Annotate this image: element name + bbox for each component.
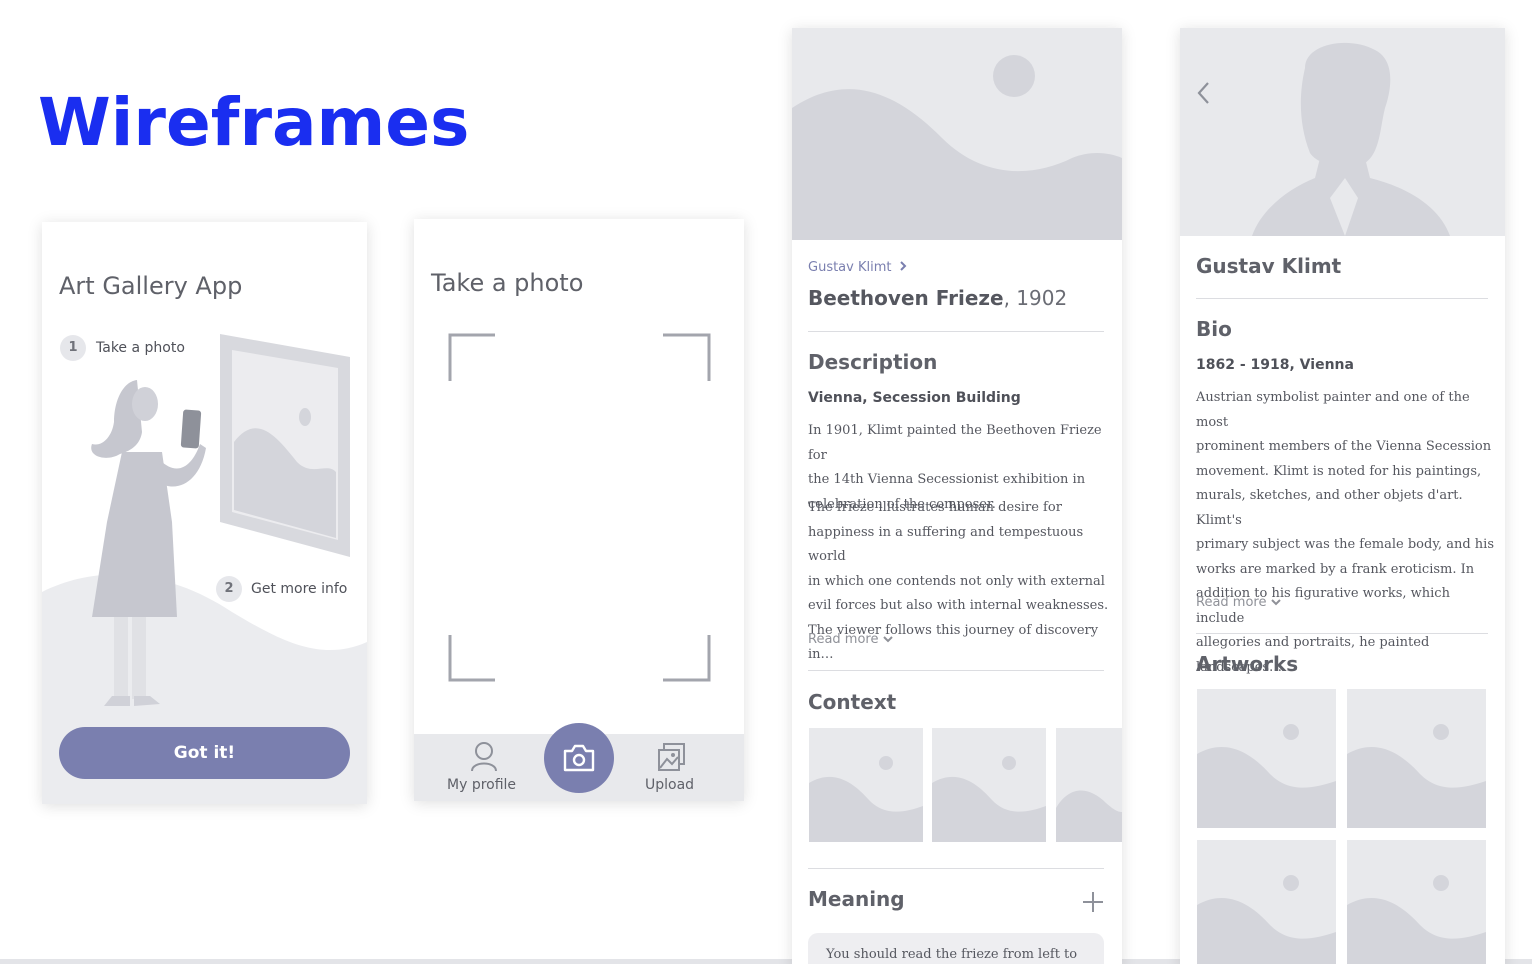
artworks-heading: Artworks	[1196, 652, 1299, 676]
artwork-thumbnail[interactable]	[1197, 840, 1336, 964]
divider	[1196, 298, 1488, 299]
artwork-location: Vienna, Secession Building	[808, 390, 1021, 406]
context-image[interactable]	[809, 728, 923, 842]
artist-link[interactable]: Gustav Klimt	[808, 260, 908, 275]
chevron-right-icon	[899, 261, 907, 271]
text-line: the 14th Vienna Secessionist exhibition …	[808, 472, 1086, 487]
image-upload-icon	[658, 743, 685, 771]
text-line: movement. Klimt is noted for his paintin…	[1196, 463, 1482, 479]
artwork-title-text: Beethoven Frieze	[808, 286, 1004, 310]
tab-upload-label: Upload	[645, 777, 695, 793]
text-line: In 1901, Klimt painted the Beethoven Fri…	[808, 423, 1102, 463]
back-chevron-icon[interactable]	[1196, 80, 1212, 106]
description-heading: Description	[808, 350, 938, 374]
artwork-thumbnail[interactable]	[1197, 689, 1336, 828]
camera-screen: Take a photo My profile Upload	[414, 219, 744, 801]
capture-button[interactable]	[544, 723, 614, 793]
read-more-label: Read more	[1196, 595, 1267, 610]
chevron-down-icon	[1270, 599, 1281, 606]
read-more-link[interactable]: Read more	[1196, 595, 1281, 610]
tab-my-profile-label: My profile	[447, 777, 517, 793]
camera-icon	[563, 744, 595, 772]
artwork-thumbnail[interactable]	[1347, 689, 1486, 828]
image-placeholder-icon	[1197, 875, 1336, 964]
divider	[808, 670, 1104, 671]
artist-detail-screen: Gustav Klimt Bio 1862 - 1918, Vienna Aus…	[1180, 28, 1505, 964]
artwork-thumbnail[interactable]	[1347, 840, 1486, 964]
chevron-down-icon	[882, 636, 893, 643]
step-1-number: 1	[60, 335, 86, 361]
divider	[808, 331, 1104, 332]
image-placeholder-icon	[809, 756, 923, 842]
image-placeholder-icon	[932, 756, 1046, 842]
artist-link-label: Gustav Klimt	[808, 260, 892, 275]
artwork-year: , 1902	[1003, 286, 1068, 310]
text-line: works are marked by a frank eroticism. I…	[1196, 561, 1475, 577]
meaning-quote-card: You should read the frieze from left to	[808, 933, 1104, 964]
context-heading: Context	[808, 690, 897, 714]
text-line: Austrian symbolist painter and one of th…	[1196, 390, 1470, 430]
text-line: happiness in a suffering and tempestuous…	[808, 524, 1084, 565]
bio-heading: Bio	[1196, 317, 1232, 341]
image-placeholder-icon	[1347, 875, 1486, 964]
artist-portrait-image	[1180, 28, 1505, 236]
viewfinder-frame	[448, 333, 711, 682]
image-placeholder-icon	[1347, 724, 1486, 828]
text-line: evil forces but also with internal weakn…	[808, 598, 1109, 613]
meaning-heading: Meaning	[808, 887, 905, 911]
image-placeholder-icon	[1197, 724, 1336, 828]
read-more-link[interactable]: Read more	[808, 632, 893, 647]
text-line: The frieze illustrates human desire for	[808, 500, 1062, 515]
text-line: primary subject was the female body, and…	[1196, 537, 1494, 552]
meaning-quote-text: You should read the frieze from left to	[826, 947, 1078, 962]
context-image[interactable]	[932, 728, 1046, 842]
artist-name: Gustav Klimt	[1196, 254, 1342, 278]
onboarding-screen: Art Gallery App 1 Take a photo 2 Get mor…	[42, 222, 367, 804]
got-it-button[interactable]: Got it!	[59, 727, 350, 779]
context-image[interactable]	[1056, 728, 1122, 842]
artist-dates: 1862 - 1918, Vienna	[1196, 357, 1354, 373]
read-more-label: Read more	[808, 632, 879, 647]
tab-upload[interactable]: Upload	[632, 734, 712, 801]
onboarding-illustration	[42, 334, 367, 804]
step-2-number: 2	[216, 576, 242, 602]
user-icon	[471, 742, 497, 772]
text-line: in which one contends not only with exte…	[808, 573, 1105, 589]
artwork-detail-screen: Gustav Klimt Beethoven Frieze, 1902 Desc…	[792, 28, 1122, 964]
text-line: murals, sketches, and other objets d'art…	[1196, 488, 1463, 528]
text-line: prominent members of the Vienna Secessio…	[1196, 439, 1492, 454]
bio-paragraph: Austrian symbolist painter and one of th…	[1196, 386, 1501, 680]
divider	[808, 868, 1104, 869]
tab-my-profile[interactable]: My profile	[439, 734, 529, 801]
artwork-hero-image	[792, 28, 1122, 240]
image-placeholder-icon	[1056, 790, 1122, 842]
divider	[1196, 633, 1488, 634]
expand-plus-icon[interactable]	[1082, 891, 1104, 913]
step-2-label: Get more info	[251, 581, 348, 597]
artwork-title: Beethoven Frieze, 1902	[808, 286, 1067, 310]
page-title: Wireframes	[38, 84, 470, 161]
step-1-label: Take a photo	[96, 340, 185, 356]
